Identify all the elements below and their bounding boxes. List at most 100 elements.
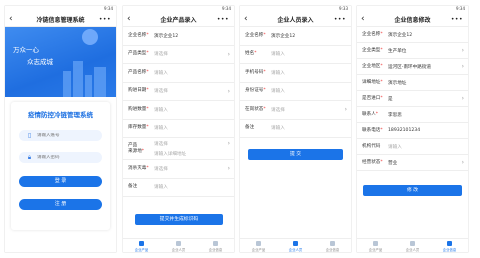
form-row[interactable]: 购进数量* 请输入: [123, 101, 234, 120]
form-label: 购进日期*: [128, 88, 149, 94]
form-value[interactable]: 是: [388, 96, 393, 102]
company-edit-screen: 9:34 ‹ 企业信息修改 ••• 企业名称* 演示企业12 企业类型* 生产单位 › 企…: [357, 6, 468, 252]
form-value[interactable]: 演示企业12: [271, 33, 295, 39]
form-row[interactable]: 经营状态* 营业 ›: [357, 155, 468, 171]
modify-button[interactable]: 修 改: [363, 185, 462, 196]
form-row[interactable]: 企业地区* 运河区-南环中路街道 ›: [357, 59, 468, 75]
form-row[interactable]: 备注 请输入: [240, 120, 351, 138]
tab-staff[interactable]: 企业人员: [394, 239, 431, 252]
chevron-right-icon: ›: [344, 106, 347, 114]
form-value[interactable]: 演示地址: [388, 80, 406, 86]
form-label: 企业类型*: [362, 47, 383, 53]
form-row[interactable]: 产品类型* 请选择 ›: [123, 46, 234, 64]
form-value[interactable]: 演示企业12: [154, 33, 178, 39]
more-icon[interactable]: •••: [217, 14, 229, 25]
password-field[interactable]: 🔒︎: [19, 152, 102, 163]
form-value[interactable]: 李思思: [388, 112, 402, 118]
more-icon[interactable]: •••: [99, 14, 111, 25]
form-row[interactable]: 是否进口* 是 ›: [357, 91, 468, 107]
chevron-right-icon: ›: [461, 159, 464, 166]
hero-slogan-2: 众志成城: [27, 58, 53, 66]
password-input[interactable]: [37, 155, 97, 160]
register-button[interactable]: 注 册: [19, 199, 102, 210]
form-row[interactable]: 联系电话* 18932101234: [357, 123, 468, 139]
form-row[interactable]: 购进日期* 请选择 ›: [123, 83, 234, 101]
form-row[interactable]: 企业名称* 演示企业12: [240, 27, 351, 46]
required-mark: *: [146, 51, 149, 57]
origin-address-input[interactable]: 请输入详细地址: [154, 151, 186, 157]
form-label: 产品名称*: [128, 69, 149, 75]
back-icon[interactable]: ‹: [9, 14, 13, 25]
form-row[interactable]: 企业名称* 演示企业12: [123, 27, 234, 46]
form-row[interactable]: 在岗状态* 请选择 ›: [240, 101, 351, 120]
form-label: 企业名称*: [362, 31, 383, 37]
form-value[interactable]: 请输入: [388, 144, 402, 150]
form-value[interactable]: 请输入: [154, 125, 168, 131]
tab-products[interactable]: 企业产品: [357, 239, 394, 252]
form-row[interactable]: 库存数量* 请输入: [123, 120, 234, 138]
form-row[interactable]: 企业类型* 生产单位 ›: [357, 43, 468, 59]
form-value[interactable]: 请输入: [271, 70, 285, 76]
form-row[interactable]: 详细地址* 演示地址: [357, 75, 468, 91]
disinfect-select[interactable]: 请选择: [154, 166, 168, 172]
more-icon[interactable]: •••: [451, 14, 463, 25]
form-row[interactable]: 企业名称* 演示企业12: [357, 27, 468, 43]
tab-products[interactable]: 企业产品: [123, 239, 160, 252]
required-mark: *: [380, 95, 383, 101]
form-value[interactable]: 请输入: [271, 125, 285, 131]
form-row[interactable]: 产品名称* 请输入: [123, 64, 234, 83]
form-row[interactable]: 姓名* 请输入: [240, 46, 351, 64]
tab-products[interactable]: 企业产品: [240, 239, 277, 252]
form-value[interactable]: 生产单位: [388, 48, 406, 54]
company-form: 企业名称* 演示企业12 企业类型* 生产单位 › 企业地区* 运河区-南环中路街道 › 详细地…: [357, 27, 468, 171]
form-value[interactable]: 请选择: [154, 88, 168, 94]
form-row[interactable]: 机构代码 请输入: [357, 139, 468, 155]
form-value[interactable]: 演示企业12: [388, 32, 412, 38]
back-icon[interactable]: ‹: [244, 14, 248, 25]
tab-company[interactable]: 企业信息: [314, 239, 351, 252]
form-label: 消杀灭毒*: [128, 165, 149, 171]
box-icon: [373, 240, 378, 246]
tab-staff[interactable]: 企业人员: [160, 239, 197, 252]
form-value[interactable]: 请输入: [154, 107, 168, 113]
building-illustration: [94, 67, 106, 97]
form-value[interactable]: 请输入: [271, 51, 285, 57]
form-value[interactable]: 请输入: [271, 88, 285, 94]
product-form: 企业名称* 演示企业12 产品类型* 请选择 › 产品名称* 请输入 购进日期* 请选择 › 购进数…: [123, 27, 234, 138]
form-value[interactable]: 请选择: [154, 51, 168, 57]
form-row[interactable]: 身份证号* 请输入: [240, 83, 351, 101]
account-input[interactable]: [37, 133, 97, 138]
remark-input[interactable]: 请输入: [154, 184, 168, 190]
submit-generate-code-button[interactable]: 提交并生成标识码: [135, 214, 223, 225]
building-icon: [330, 240, 335, 246]
form-row-origin[interactable]: 产品 来源地* 请选择 请输入详细地址 ›: [123, 138, 234, 160]
tab-company[interactable]: 企业信息: [197, 239, 234, 252]
form-value[interactable]: 请选择: [271, 107, 285, 113]
tab-bar: 企业产品 企业人员 企业信息: [240, 238, 351, 252]
form-row-remark[interactable]: 备注 请输入: [123, 179, 234, 197]
more-icon[interactable]: •••: [334, 14, 346, 25]
form-value[interactable]: 请输入: [154, 70, 168, 76]
hero-banner: 万众一心 众志成城: [5, 27, 116, 97]
tab-company[interactable]: 企业信息: [431, 239, 468, 252]
tab-staff[interactable]: 企业人员: [277, 239, 314, 252]
required-mark: *: [146, 69, 149, 75]
chevron-right-icon: ›: [227, 50, 230, 58]
form-row-disinfect[interactable]: 消杀灭毒* 请选择 ›: [123, 160, 234, 179]
submit-button[interactable]: 提 交: [248, 149, 343, 160]
form-value[interactable]: 营业: [388, 160, 397, 166]
origin-region-select[interactable]: 请选择: [154, 141, 186, 147]
login-button[interactable]: 登 录: [19, 176, 102, 187]
form-value[interactable]: 18932101234: [388, 128, 420, 133]
back-icon[interactable]: ‹: [127, 14, 131, 25]
form-row[interactable]: 手机号码* 请输入: [240, 64, 351, 83]
account-field[interactable]: ▯: [19, 130, 102, 141]
form-row[interactable]: 联系人* 李思思: [357, 107, 468, 123]
back-icon[interactable]: ‹: [361, 14, 365, 25]
hero-slogan-1: 万众一心: [13, 46, 39, 54]
box-icon: [139, 240, 144, 246]
nav-bar: ‹ 企业产品录入 •••: [123, 12, 234, 27]
form-value[interactable]: 运河区-南环中路街道: [388, 64, 431, 70]
tab-bar: 企业产品 企业人员 企业信息: [123, 238, 234, 252]
required-mark: *: [375, 111, 379, 117]
